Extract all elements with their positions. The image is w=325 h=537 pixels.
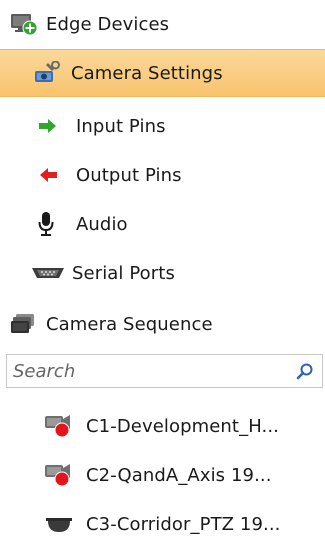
camera-item-label: C2-QandA_Axis 19... — [86, 464, 272, 486]
camera-offline-icon — [44, 462, 74, 488]
tree-item-label: Audio — [76, 213, 128, 235]
camera-item[interactable]: C3-Corridor_PTZ 19... — [0, 500, 325, 537]
tree-item-label: Camera Sequence — [46, 313, 213, 335]
search-icon[interactable] — [296, 362, 314, 380]
tree-item-audio[interactable]: Audio — [0, 200, 325, 248]
camera-wrench-icon — [34, 60, 60, 85]
camera-item-label: C1-Development_H... — [86, 415, 279, 437]
monitor-add-icon — [10, 12, 38, 36]
tree-item-camera-sequence[interactable]: Camera Sequence — [0, 300, 325, 348]
arrow-right-icon — [38, 118, 58, 134]
tree-item-camera-settings[interactable]: Camera Settings — [0, 49, 325, 97]
tree-item-input-pins[interactable]: Input Pins — [0, 102, 325, 150]
arrow-left-icon — [38, 167, 58, 183]
tree-item-label: Input Pins — [76, 115, 166, 137]
tree-item-edge-devices[interactable]: Edge Devices — [0, 0, 325, 48]
tree-item-label: Serial Ports — [72, 262, 175, 284]
tree-item-label: Edge Devices — [46, 13, 170, 35]
serial-port-icon — [30, 265, 66, 281]
camera-stack-icon — [10, 313, 36, 335]
search-box — [6, 354, 323, 388]
device-tree-panel: Edge Devices Camera Settings Input Pins — [0, 0, 325, 537]
tree-item-label: Camera Settings — [71, 62, 223, 84]
tree-item-output-pins[interactable]: Output Pins — [0, 151, 325, 199]
tree-item-label: Output Pins — [76, 164, 182, 186]
microphone-icon — [38, 211, 54, 237]
dome-camera-icon — [44, 513, 74, 535]
tree-item-serial-ports[interactable]: Serial Ports — [0, 249, 325, 297]
camera-item-label: C3-Corridor_PTZ 19... — [86, 513, 281, 535]
camera-item[interactable]: C1-Development_H... — [0, 402, 325, 450]
camera-offline-icon — [44, 413, 74, 439]
search-input[interactable] — [7, 356, 283, 386]
camera-item[interactable]: C2-QandA_Axis 19... — [0, 451, 325, 499]
